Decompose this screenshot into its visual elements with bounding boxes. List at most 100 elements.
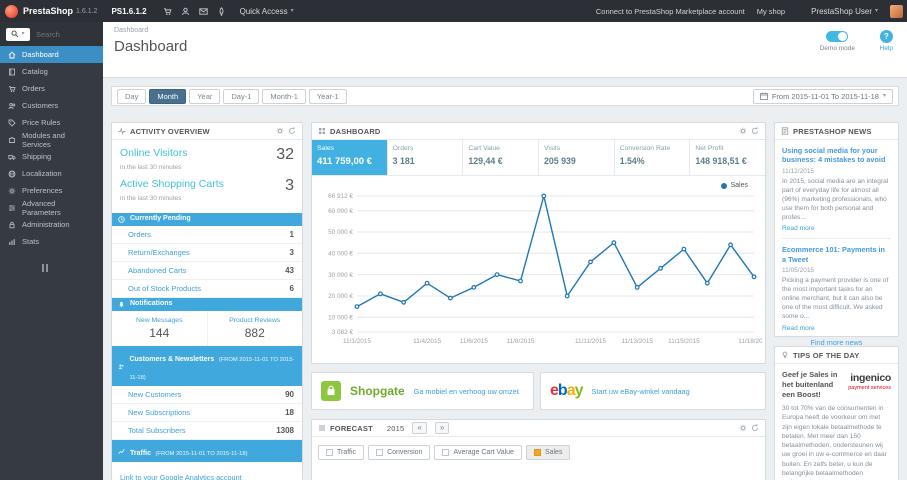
read-more-link[interactable]: Read more [782, 325, 891, 332]
svg-text:50 000 €: 50 000 € [328, 229, 353, 236]
messages-notification-icon[interactable] [198, 7, 208, 16]
gear-icon[interactable] [739, 127, 747, 135]
shopgate-ad-link[interactable]: Ga mobiel en verhoog uw omzet [414, 387, 519, 396]
range-day-button[interactable]: Day [117, 88, 147, 104]
legend-dot-icon [721, 182, 728, 189]
kpi-cart-value[interactable]: Cart Value 129,44 € [463, 140, 540, 175]
sidebar-item-dashboard[interactable]: Dashboard [0, 46, 103, 63]
panel-title: PRESTASHOP NEWS [793, 126, 872, 136]
range-year-1-button[interactable]: Year-1 [308, 88, 347, 104]
kpi-net-profit[interactable]: Net Profit 148 918,51 € [690, 140, 765, 175]
customers-notification-icon[interactable] [181, 7, 190, 16]
kpi-sales[interactable]: Sales 411 759,00 € [312, 140, 388, 175]
product-reviews-cell[interactable]: Product Reviews 882 [206, 311, 303, 346]
active-carts-link[interactable]: Active Shopping Carts [120, 178, 224, 190]
kpi-conversion-rate[interactable]: Conversion Rate 1.54% [615, 140, 691, 175]
svg-text:10 000 €: 10 000 € [328, 315, 353, 322]
forecast-toggle-traffic[interactable]: Traffic [318, 445, 365, 460]
search-icon [11, 30, 19, 38]
quick-access-menu[interactable]: Quick Access ▾ [240, 7, 294, 16]
demo-mode-toggle[interactable] [826, 31, 849, 42]
sidebar-item-preferences[interactable]: Preferences [0, 182, 103, 199]
prestashop-logo-icon[interactable] [5, 4, 18, 18]
new-subscriptions-link[interactable]: New Subscriptions [128, 408, 190, 417]
svg-text:11/11/2015: 11/11/2015 [575, 338, 606, 345]
new-customers-link[interactable]: New Customers [128, 390, 181, 399]
kpi-value: 411 759,00 € [317, 156, 372, 167]
line-chart-icon [118, 448, 125, 454]
kpi-visits[interactable]: Visits 205 939 [539, 140, 615, 175]
range-year-button[interactable]: Year [189, 88, 221, 104]
sidebar-item-administration[interactable]: Administration [0, 216, 103, 233]
abandoned-carts-link[interactable]: Abandoned Carts [128, 266, 186, 275]
gear-icon[interactable] [276, 127, 284, 135]
chart-legend[interactable]: Sales [721, 182, 748, 189]
shopgate-ad[interactable]: Shopgate Ga mobiel en verhoog uw omzet [311, 372, 534, 410]
orders-link[interactable]: Orders [128, 230, 151, 239]
google-analytics-link[interactable]: Link to your Google Analytics account [120, 473, 242, 480]
ingenico-logo: ingenico payment services [844, 370, 891, 399]
home-icon [8, 51, 16, 59]
range-day-1-button[interactable]: Day-1 [223, 88, 260, 104]
search-type-dropdown[interactable]: ▾ [6, 27, 30, 41]
range-month-1-button[interactable]: Month-1 [262, 88, 306, 104]
help-button[interactable]: ? Help [880, 30, 893, 52]
sidebar-collapse-button[interactable] [42, 264, 103, 272]
user-menu[interactable]: PrestaShop User ▾ [811, 7, 878, 16]
forecast-toggle-conversion[interactable]: Conversion [368, 445, 431, 460]
rocket-icon[interactable] [217, 6, 226, 16]
forecast-next-button[interactable]: » [434, 422, 450, 434]
sidebar-item-stats[interactable]: Stats [0, 233, 103, 250]
prestashop-news-panel: PRESTASHOP NEWS Using social media for y… [774, 122, 899, 347]
forecast-prev-button[interactable]: « [412, 422, 427, 434]
total-subscribers-link[interactable]: Total Subscribers [128, 426, 186, 435]
news-article-title[interactable]: Ecommerce 101: Payments in a Tweet [782, 245, 891, 264]
orders-count: 1 [289, 230, 294, 239]
refresh-icon[interactable] [751, 127, 759, 135]
sidebar-item-catalog[interactable]: Catalog [0, 63, 103, 80]
sidebar-item-orders[interactable]: Orders [0, 80, 103, 97]
legend-label: Sales [730, 182, 748, 189]
ebay-ad[interactable]: ebay Start uw eBay-winkel vandaag [540, 372, 766, 410]
section-title: Customers & Newsletters [129, 356, 215, 363]
sidebar-item-price-rules[interactable]: Price Rules [0, 114, 103, 131]
kpi-orders[interactable]: Orders 3 181 [388, 140, 464, 175]
forecast-year-label[interactable]: 2015 [387, 424, 405, 433]
ebay-ad-link[interactable]: Start uw eBay-winkel vandaag [592, 387, 690, 396]
new-messages-label: New Messages [136, 317, 183, 324]
sidebar-item-localization[interactable]: Localization [0, 165, 103, 182]
sidebar-item-shipping[interactable]: Shipping [0, 148, 103, 165]
sidebar-item-customers[interactable]: Customers [0, 97, 103, 114]
range-month-button[interactable]: Month [149, 88, 187, 104]
news-article-title[interactable]: Using social media for your business: 4 … [782, 146, 891, 165]
online-visitors-link[interactable]: Online Visitors [120, 147, 188, 159]
returns-link[interactable]: Return/Exchanges [128, 248, 190, 257]
forecast-toggle-average-cart-value[interactable]: Average Cart Value [434, 445, 522, 460]
my-shop-link[interactable]: My shop [757, 7, 785, 16]
shop-name-link[interactable]: PS1.6.1.2 [111, 7, 146, 16]
news-article-date: 11/05/2015 [782, 267, 815, 275]
orders-notification-icon[interactable] [163, 7, 172, 16]
sales-chart-area: Sales 66 912 € 60 000 € 50 000 € 40 000 € 30… [315, 182, 762, 348]
refresh-icon[interactable] [751, 424, 759, 432]
new-messages-cell[interactable]: New Messages 144 [112, 311, 207, 346]
user-avatar[interactable] [890, 4, 903, 18]
customers-row-total-subscribers: Total Subscribers 1308 [112, 422, 302, 440]
forecast-toggle-sales[interactable]: Sales [525, 445, 571, 460]
date-range-picker[interactable]: From 2015-11-01 To 2015-11-18 ▾ [752, 88, 893, 104]
sidebar-item-advanced-parameters[interactable]: Advanced Parameters [0, 199, 103, 217]
sidebar-item-modules[interactable]: Modules and Services [0, 131, 103, 149]
gear-icon[interactable] [739, 424, 747, 432]
marketplace-connect-link[interactable]: Connect to PrestaShop Marketplace accoun… [596, 7, 745, 16]
read-more-link[interactable]: Read more [782, 225, 891, 232]
svg-text:11/13/2015: 11/13/2015 [621, 338, 653, 345]
out-of-stock-link[interactable]: Out of Stock Products [128, 284, 201, 293]
kpi-label: Cart Value [468, 145, 500, 152]
help-label: Help [879, 45, 893, 52]
refresh-icon[interactable] [288, 127, 296, 135]
section-title: Currently Pending [130, 215, 191, 223]
section-title: Notifications [130, 300, 173, 308]
search-input[interactable] [34, 28, 90, 40]
activity-overview-panel: ACTIVITY OVERVIEW Online Visitors 32 in … [111, 122, 303, 480]
sidebar-nav: ▾ Dashboard Catalog Orders Customers [0, 22, 103, 480]
